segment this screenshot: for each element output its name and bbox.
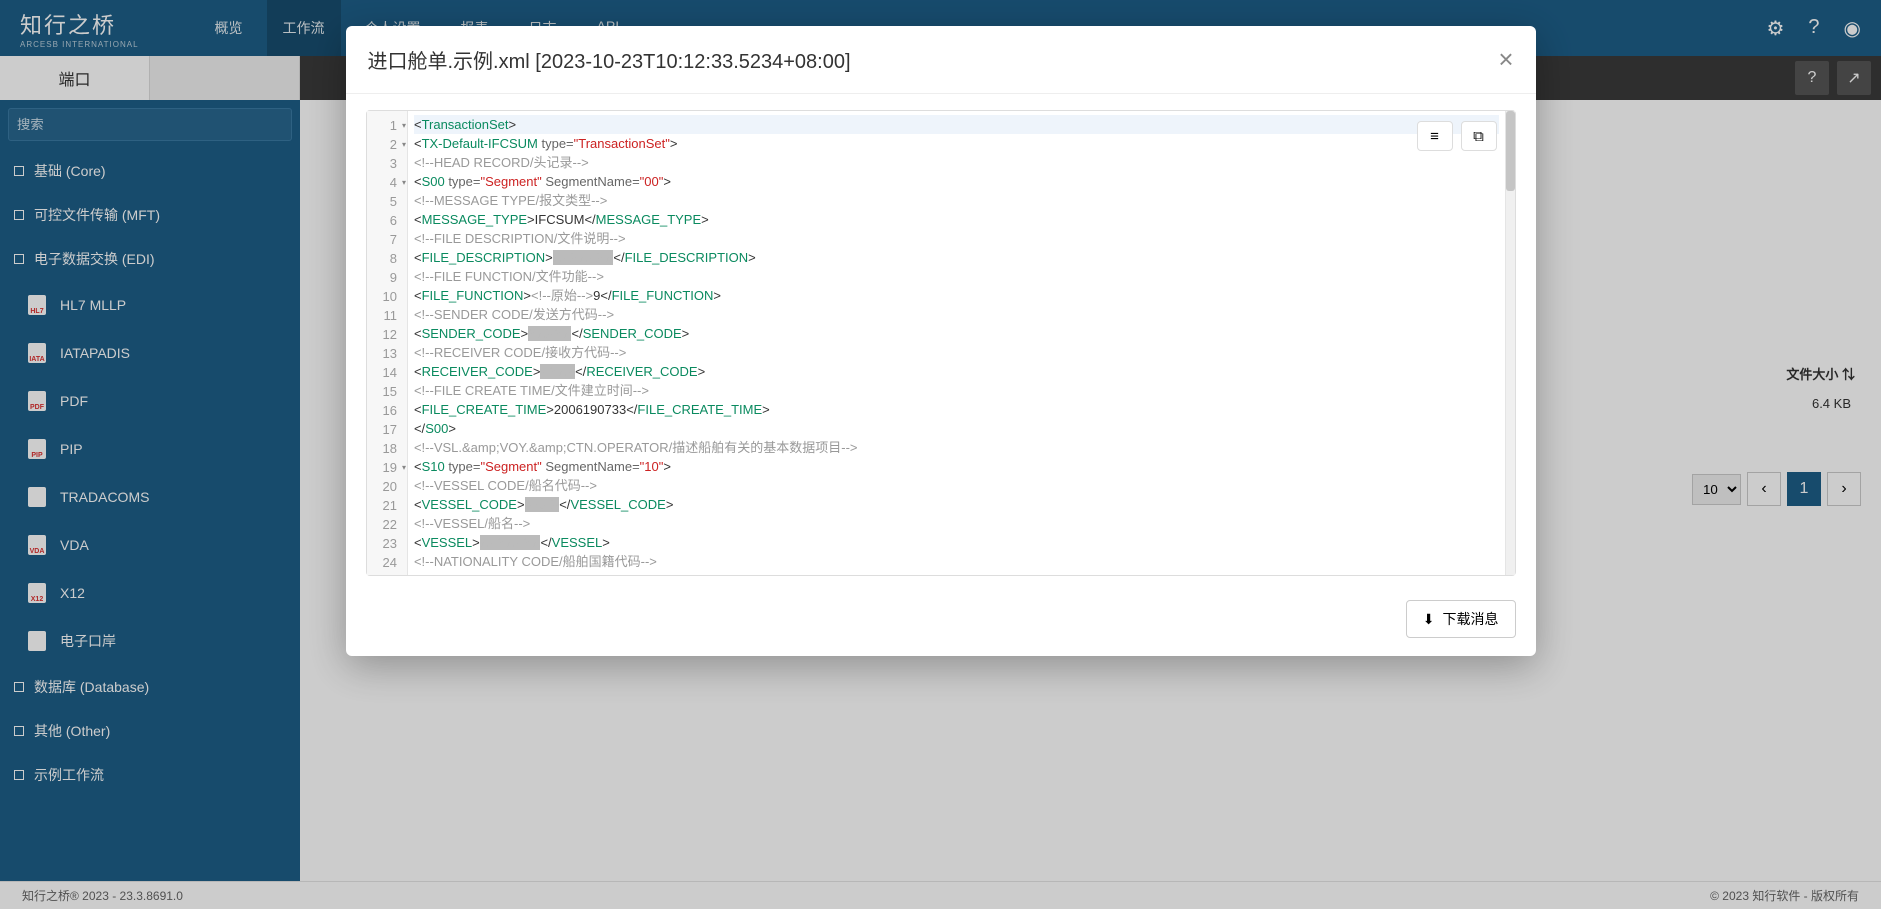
- code-line[interactable]: <!--VESSEL CODE/船名代码-->: [414, 476, 1499, 495]
- line-number[interactable]: 10: [367, 286, 407, 305]
- code-body[interactable]: <TransactionSet><TX-Default-IFCSUM type=…: [408, 111, 1505, 575]
- code-line[interactable]: <FILE_DESCRIPTION>XXXXXXX</FILE_DESCRIPT…: [414, 248, 1499, 267]
- close-icon[interactable]: ×: [1498, 44, 1513, 75]
- code-line[interactable]: <FILE_FUNCTION><!--原始-->9</FILE_FUNCTION…: [414, 286, 1499, 305]
- scrollbar[interactable]: [1505, 111, 1515, 575]
- code-line[interactable]: <TransactionSet>: [414, 115, 1499, 134]
- code-line[interactable]: <!--FILE FUNCTION/文件功能-->: [414, 267, 1499, 286]
- code-line[interactable]: <!--MESSAGE TYPE/报文类型-->: [414, 191, 1499, 210]
- line-number[interactable]: 23: [367, 533, 407, 552]
- code-line[interactable]: <!--HEAD RECORD/头记录-->: [414, 153, 1499, 172]
- line-number[interactable]: 9: [367, 267, 407, 286]
- line-number[interactable]: 2: [367, 134, 407, 153]
- code-line[interactable]: <VESSEL_CODE>XXXX</VESSEL_CODE>: [414, 495, 1499, 514]
- line-number[interactable]: 5: [367, 191, 407, 210]
- line-number[interactable]: 14: [367, 362, 407, 381]
- code-line[interactable]: <S00 type="Segment" SegmentName="00">: [414, 172, 1499, 191]
- code-line[interactable]: <!--NATIONALITY CODE/船舶国籍代码-->: [414, 552, 1499, 571]
- modal-dialog: 进口舱单.示例.xml [2023-10-23T10:12:33.5234+08…: [346, 26, 1536, 656]
- modal-overlay[interactable]: 进口舱单.示例.xml [2023-10-23T10:12:33.5234+08…: [0, 0, 1881, 909]
- code-viewer: 123456789101112131415161718192021222324 …: [366, 110, 1516, 576]
- line-number[interactable]: 3: [367, 153, 407, 172]
- code-line[interactable]: </S00>: [414, 419, 1499, 438]
- download-button[interactable]: ⬇ 下载消息: [1406, 600, 1516, 638]
- code-line[interactable]: <!--FILE CREATE TIME/文件建立时间-->: [414, 381, 1499, 400]
- code-line[interactable]: <SENDER_CODE>XXXXX</SENDER_CODE>: [414, 324, 1499, 343]
- line-number[interactable]: 19: [367, 457, 407, 476]
- code-line[interactable]: <!--VSL.&amp;VOY.&amp;CTN.OPERATOR/描述船舶有…: [414, 438, 1499, 457]
- line-number[interactable]: 7: [367, 229, 407, 248]
- line-number[interactable]: 21: [367, 495, 407, 514]
- line-number[interactable]: 22: [367, 514, 407, 533]
- line-number[interactable]: 24: [367, 552, 407, 571]
- code-line[interactable]: <!--VESSEL/船名-->: [414, 514, 1499, 533]
- code-line[interactable]: <RECEIVER_CODE>XXXX</RECEIVER_CODE>: [414, 362, 1499, 381]
- code-line[interactable]: <TX-Default-IFCSUM type="TransactionSet"…: [414, 134, 1499, 153]
- line-number[interactable]: 20: [367, 476, 407, 495]
- download-icon: ⬇: [1423, 611, 1435, 628]
- line-number[interactable]: 6: [367, 210, 407, 229]
- line-number[interactable]: 15: [367, 381, 407, 400]
- line-number[interactable]: 12: [367, 324, 407, 343]
- line-number[interactable]: 18: [367, 438, 407, 457]
- line-number[interactable]: 13: [367, 343, 407, 362]
- code-line[interactable]: <VESSEL>XXXXXXX</VESSEL>: [414, 533, 1499, 552]
- copy-icon[interactable]: ⧉: [1461, 121, 1497, 151]
- line-number[interactable]: 11: [367, 305, 407, 324]
- line-gutter: 123456789101112131415161718192021222324: [367, 111, 408, 575]
- line-number[interactable]: 4: [367, 172, 407, 191]
- code-line[interactable]: <!--SENDER CODE/发送方代码-->: [414, 305, 1499, 324]
- code-line[interactable]: <S10 type="Segment" SegmentName="10">: [414, 457, 1499, 476]
- line-number[interactable]: 16: [367, 400, 407, 419]
- menu-icon[interactable]: ≡: [1417, 121, 1453, 151]
- code-line[interactable]: <!--FILE DESCRIPTION/文件说明-->: [414, 229, 1499, 248]
- code-line[interactable]: <FILE_CREATE_TIME>2006190733</FILE_CREAT…: [414, 400, 1499, 419]
- line-number[interactable]: 17: [367, 419, 407, 438]
- modal-title: 进口舱单.示例.xml [2023-10-23T10:12:33.5234+08…: [368, 45, 851, 74]
- line-number[interactable]: 8: [367, 248, 407, 267]
- code-line[interactable]: <MESSAGE_TYPE>IFCSUM</MESSAGE_TYPE>: [414, 210, 1499, 229]
- code-line[interactable]: <!--RECEIVER CODE/接收方代码-->: [414, 343, 1499, 362]
- line-number[interactable]: 1: [367, 115, 407, 134]
